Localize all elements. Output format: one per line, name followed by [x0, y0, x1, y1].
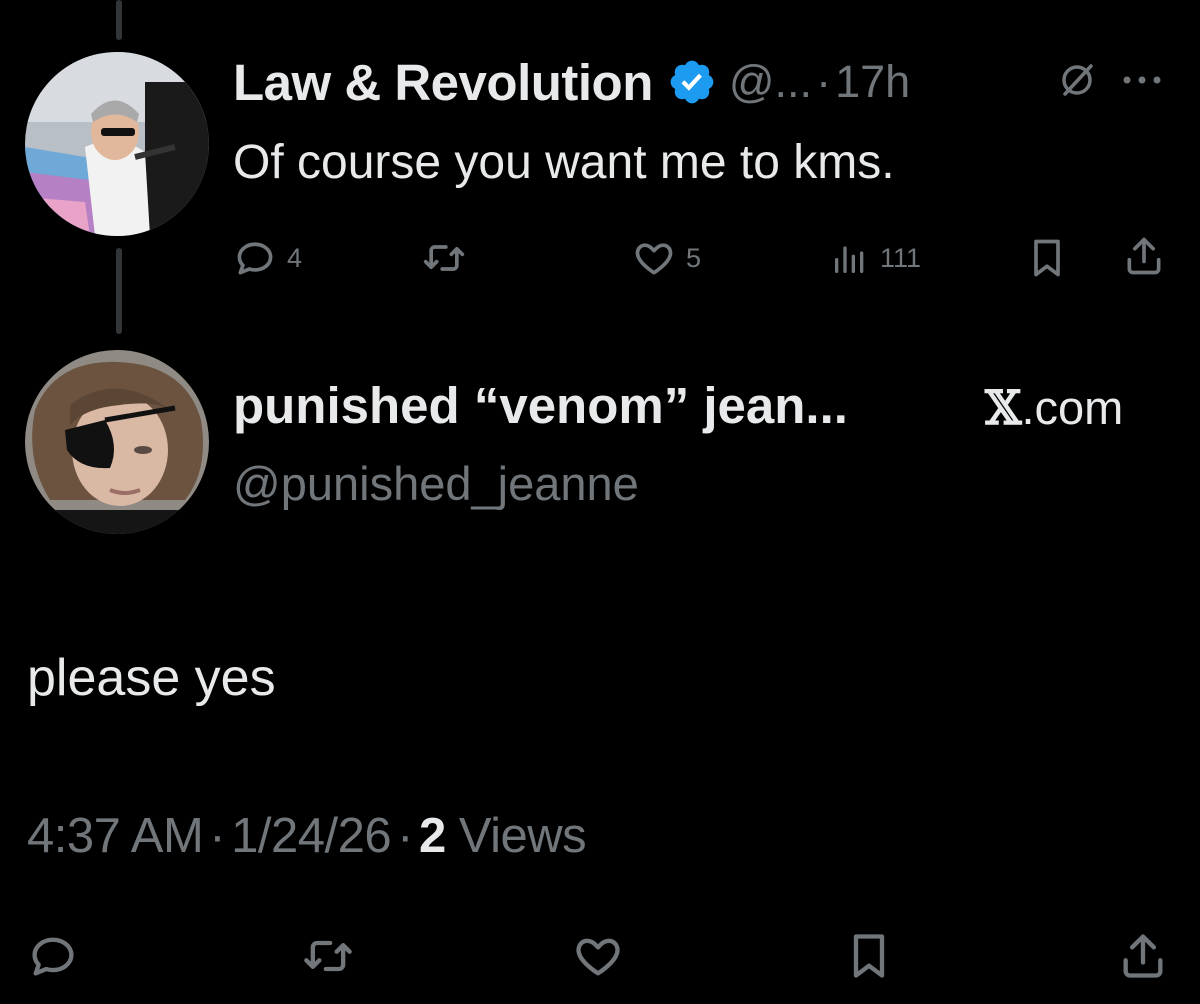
source-domain: .com [1021, 381, 1124, 434]
grok-icon[interactable] [1057, 60, 1097, 100]
tweet-date[interactable]: 1/24/26 [231, 809, 392, 863]
like-icon[interactable] [572, 930, 624, 982]
reply-author-avatar[interactable] [25, 350, 209, 534]
tweet-time[interactable]: 4:37 AM [27, 809, 204, 863]
x-logo-icon: 𝕏 [985, 381, 1022, 436]
parent-share-button[interactable] [1122, 234, 1166, 278]
views-icon [830, 236, 870, 280]
parent-author-handle[interactable]: @... [729, 56, 812, 108]
like-count: 5 [686, 242, 702, 273]
views-count: 111 [880, 242, 922, 273]
share-icon [1122, 234, 1166, 278]
more-icon[interactable] [1117, 72, 1167, 88]
share-icon[interactable] [1117, 930, 1169, 982]
bookmark-icon [1025, 236, 1069, 280]
repost-icon [420, 236, 468, 280]
reply-tweet-text: please yes [27, 649, 276, 707]
reply-icon [233, 236, 277, 280]
reply-count: 4 [287, 242, 303, 273]
parent-reply-button[interactable]: 4 [233, 236, 302, 280]
parent-author-avatar[interactable] [25, 52, 209, 236]
parent-tweet-header: Law & Revolution @... · 17h [233, 50, 910, 114]
thread-line-bottom [116, 248, 122, 334]
repost-icon[interactable] [300, 930, 356, 982]
parent-like-button[interactable]: 5 [632, 236, 701, 280]
thread-line-top [116, 0, 122, 40]
tweet-views-label[interactable]: Views [459, 809, 587, 863]
verified-badge-icon [667, 57, 717, 107]
parent-bookmark-button[interactable] [1025, 236, 1069, 280]
parent-views-button[interactable]: 111 [830, 236, 921, 280]
parent-tweet-time[interactable]: 17h [835, 56, 910, 108]
reply-author-handle[interactable]: @punished_jeanne [233, 456, 639, 511]
meta-separator: · [397, 809, 413, 863]
reply-author-name[interactable]: punished “venom” jean... [233, 376, 848, 435]
tweet-views-count[interactable]: 2 [419, 809, 446, 863]
source-watermark: 𝕏.com [985, 380, 1123, 436]
meta-separator: · [209, 809, 226, 863]
header-separator: · [816, 56, 832, 107]
like-icon [632, 236, 676, 280]
tweet-metadata: 4:37 AM · 1/24/26 · 2 Views [27, 808, 587, 864]
parent-author-name[interactable]: Law & Revolution [233, 53, 653, 112]
parent-tweet-text: Of course you want me to kms. [233, 136, 895, 189]
bookmark-icon[interactable] [843, 930, 895, 982]
parent-repost-button[interactable] [420, 236, 478, 280]
reply-icon[interactable] [27, 930, 79, 982]
